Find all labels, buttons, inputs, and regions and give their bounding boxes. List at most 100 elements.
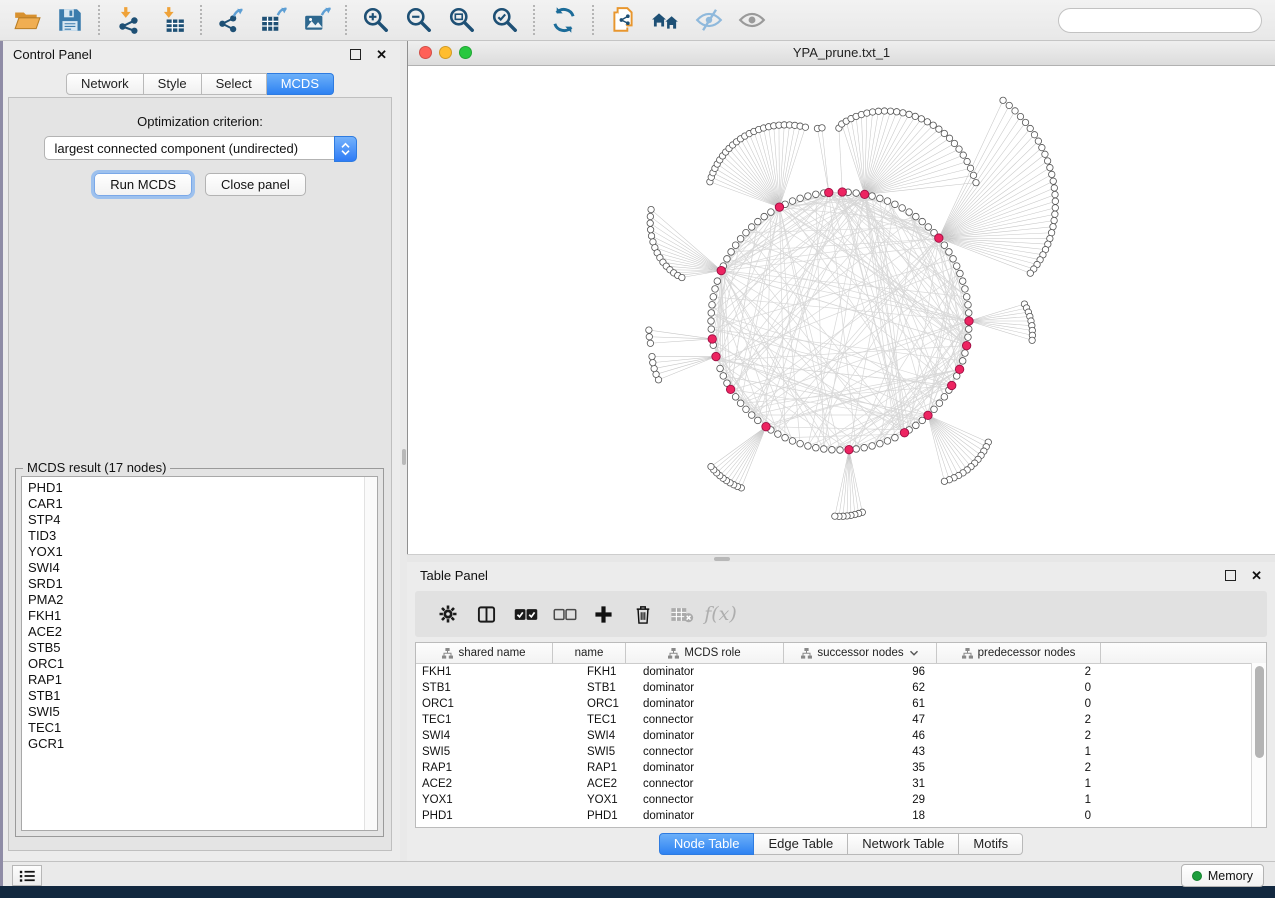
dominator-node[interactable] <box>860 190 868 198</box>
search-input[interactable] <box>1073 12 1253 29</box>
horizontal-splitter[interactable] <box>407 554 1275 562</box>
column-header-predecessor-nodes[interactable]: predecessor nodes <box>937 643 1101 663</box>
table-row[interactable]: STB1STB1dominator620 <box>416 680 1252 696</box>
tab-node-table[interactable]: Node Table <box>659 833 755 855</box>
mcds-result-item[interactable]: SWI4 <box>28 560 377 576</box>
float-panel-icon[interactable] <box>1225 570 1236 581</box>
minimize-window-icon[interactable] <box>439 46 452 59</box>
mcds-result-item[interactable]: SWI5 <box>28 704 377 720</box>
import-network-button[interactable] <box>111 3 146 38</box>
export-table-button[interactable] <box>256 3 291 38</box>
mcds-result-item[interactable]: STB1 <box>28 688 377 704</box>
dominator-node[interactable] <box>825 188 833 196</box>
dominator-node[interactable] <box>900 429 908 437</box>
zoom-selected-button[interactable] <box>487 3 522 38</box>
mcds-result-item[interactable]: PHD1 <box>28 480 377 496</box>
table-row[interactable]: YOX1YOX1connector291 <box>416 792 1252 808</box>
mcds-result-item[interactable]: RAP1 <box>28 672 377 688</box>
select-all-button[interactable] <box>506 595 545 633</box>
zoom-out-button[interactable] <box>401 3 436 38</box>
column-header-shared-name[interactable]: shared name <box>416 643 553 663</box>
task-history-button[interactable] <box>12 865 42 886</box>
maximize-window-icon[interactable] <box>459 46 472 59</box>
zoom-in-button[interactable] <box>358 3 393 38</box>
settings-button[interactable] <box>428 595 467 633</box>
column-header-name[interactable]: name <box>553 643 626 663</box>
table-row[interactable]: SWI4SWI4dominator462 <box>416 728 1252 744</box>
zoom-fit-button[interactable] <box>444 3 479 38</box>
criterion-dropdown[interactable]: largest connected component (undirected) <box>44 136 357 160</box>
hide-selected-button[interactable] <box>691 3 726 38</box>
mcds-result-item[interactable]: TID3 <box>28 528 377 544</box>
mcds-result-item[interactable]: SRD1 <box>28 576 377 592</box>
dominator-node[interactable] <box>955 365 963 373</box>
close-window-icon[interactable] <box>419 46 432 59</box>
dominator-node[interactable] <box>708 335 716 343</box>
mcds-list-scrollbar[interactable] <box>364 477 377 830</box>
network-window-titlebar[interactable]: YPA_prune.txt_1 <box>408 41 1275 66</box>
dominator-node[interactable] <box>762 422 770 430</box>
mcds-result-item[interactable]: ACE2 <box>28 624 377 640</box>
dominator-node[interactable] <box>962 341 970 349</box>
mcds-result-item[interactable]: FKH1 <box>28 608 377 624</box>
first-neighbors-button[interactable] <box>648 3 683 38</box>
import-table-button[interactable] <box>154 3 189 38</box>
close-panel-button[interactable]: Close panel <box>205 173 306 196</box>
table-row[interactable]: SWI5SWI5connector431 <box>416 744 1252 760</box>
dominator-node[interactable] <box>948 381 956 389</box>
mcds-result-item[interactable]: PMA2 <box>28 592 377 608</box>
mcds-result-item[interactable]: TEC1 <box>28 720 377 736</box>
table-scrollbar[interactable] <box>1251 663 1266 827</box>
vertical-splitter[interactable] <box>400 41 407 861</box>
dominator-node[interactable] <box>965 317 973 325</box>
show-all-button[interactable] <box>734 3 769 38</box>
table-row[interactable]: ORC1ORC1dominator610 <box>416 696 1252 712</box>
close-panel-icon[interactable]: ✕ <box>1251 569 1262 582</box>
table-row[interactable]: PHD1PHD1dominator180 <box>416 808 1252 824</box>
table-row[interactable]: RAP1RAP1dominator352 <box>416 760 1252 776</box>
table-row[interactable]: FKH1FKH1dominator962 <box>416 664 1252 680</box>
mcds-result-item[interactable]: CAR1 <box>28 496 377 512</box>
dominator-node[interactable] <box>712 352 720 360</box>
float-panel-icon[interactable] <box>350 49 361 60</box>
network-canvas[interactable] <box>408 65 1275 553</box>
add-row-button[interactable] <box>584 595 623 633</box>
mcds-result-item[interactable]: YOX1 <box>28 544 377 560</box>
tab-mcds[interactable]: MCDS <box>267 73 334 95</box>
column-header-successor-nodes[interactable]: successor nodes <box>784 643 937 663</box>
tab-style[interactable]: Style <box>144 73 202 95</box>
columns-button[interactable] <box>467 595 506 633</box>
dominator-node[interactable] <box>845 445 853 453</box>
column-header-MCDS-role[interactable]: MCDS role <box>626 643 784 663</box>
table-row[interactable]: TEC1TEC1connector472 <box>416 712 1252 728</box>
dominator-node[interactable] <box>838 188 846 196</box>
clone-network-button[interactable] <box>605 3 640 38</box>
mcds-result-item[interactable]: GCR1 <box>28 736 377 752</box>
mcds-result-item[interactable]: STP4 <box>28 512 377 528</box>
run-mcds-button[interactable]: Run MCDS <box>94 173 192 196</box>
memory-button[interactable]: Memory <box>1181 864 1264 887</box>
dominator-node[interactable] <box>924 411 932 419</box>
tab-network-table[interactable]: Network Table <box>848 833 959 855</box>
dominator-node[interactable] <box>726 385 734 393</box>
dominator-node[interactable] <box>717 266 725 274</box>
deselect-all-button[interactable] <box>545 595 584 633</box>
tab-select[interactable]: Select <box>202 73 267 95</box>
save-session-button[interactable] <box>52 3 87 38</box>
tab-edge-table[interactable]: Edge Table <box>754 833 848 855</box>
tab-motifs[interactable]: Motifs <box>959 833 1023 855</box>
refresh-button[interactable] <box>546 3 581 38</box>
toolbar-separator <box>98 5 100 35</box>
dominator-node[interactable] <box>775 203 783 211</box>
tab-network[interactable]: Network <box>66 73 144 95</box>
mcds-result-item[interactable]: STB5 <box>28 640 377 656</box>
export-image-button[interactable] <box>299 3 334 38</box>
mcds-result-item[interactable]: ORC1 <box>28 656 377 672</box>
scrollbar-thumb[interactable] <box>1255 666 1264 758</box>
delete-row-button[interactable] <box>623 595 662 633</box>
close-panel-icon[interactable]: ✕ <box>376 48 387 61</box>
open-file-button[interactable] <box>9 3 44 38</box>
table-row[interactable]: ACE2ACE2connector311 <box>416 776 1252 792</box>
dominator-node[interactable] <box>935 234 943 242</box>
export-network-button[interactable] <box>213 3 248 38</box>
